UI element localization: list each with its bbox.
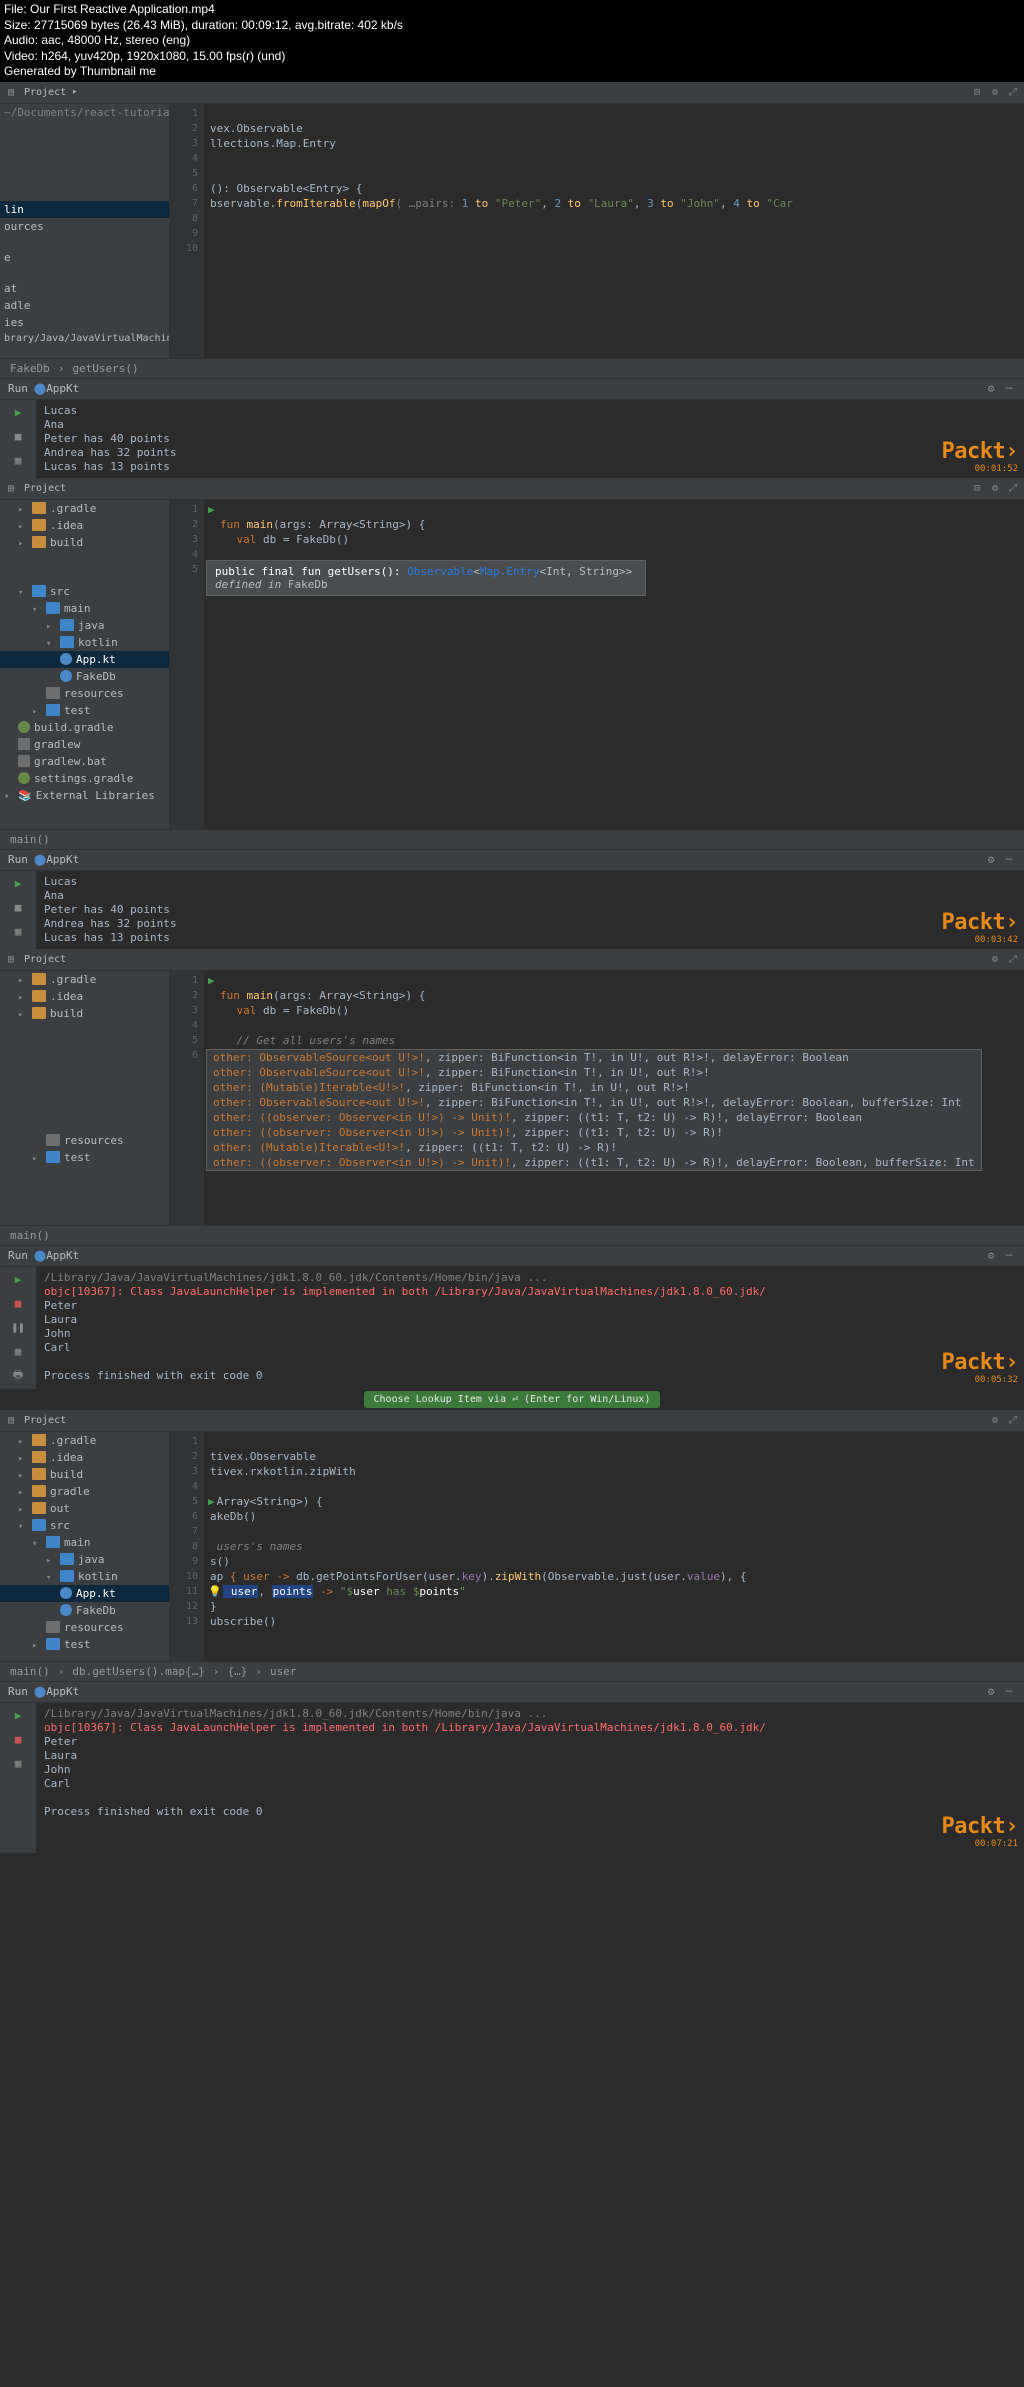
code-editor[interactable]: 12345678910 vex.Observable llections.Map…	[170, 104, 1024, 358]
pause-button[interactable]: ❚❚	[9, 1319, 27, 1337]
packt-watermark: Packt› 00:07:21	[942, 1814, 1018, 1849]
collapse-icon[interactable]: ⊟	[970, 85, 984, 99]
hide-icon[interactable]: ⤢	[1006, 952, 1020, 966]
console-output: /Library/Java/JavaVirtualMachines/jdk1.8…	[36, 1267, 1024, 1389]
code-editor[interactable]: 12345 ▶fun main(args: Array<String>) { v…	[170, 500, 1024, 829]
gear-icon[interactable]: ⚙	[984, 382, 998, 396]
layout-button[interactable]: ▦	[9, 923, 27, 941]
run-toolbar: Run ⬤ AppKt ⚙ ─	[0, 378, 1024, 400]
project-tree[interactable]: .gradle .idea build gradle out src main …	[0, 1432, 170, 1661]
line-gutter: 12345678910	[170, 104, 204, 358]
layout-button[interactable]: ▦	[9, 452, 27, 470]
project-toolbar: ▤ Project ▸ ⊟ ⚙ ⤢	[0, 82, 1024, 104]
project-toolbar: ▤ Project ⊟ ⚙ ⤢	[0, 478, 1024, 500]
layout-button[interactable]: ▦	[9, 1755, 27, 1773]
breadcrumb: main()	[0, 1225, 1024, 1245]
stop-button[interactable]: ■	[9, 899, 27, 917]
project-tree[interactable]: .gradle .idea build resources test	[0, 971, 170, 1225]
packt-watermark: Packt› 00:05:32	[942, 1350, 1018, 1385]
bulb-icon[interactable]: 💡	[208, 1584, 222, 1599]
gear-icon[interactable]: ⚙	[988, 481, 1002, 495]
gear-icon[interactable]: ⚙	[988, 85, 1002, 99]
project-icon: ▤	[4, 952, 18, 966]
minimize-icon[interactable]: ─	[1002, 1249, 1016, 1263]
line-gutter: 123456	[170, 971, 204, 1225]
project-tree[interactable]: .gradle .idea build src main java kotlin…	[0, 500, 170, 829]
hide-icon[interactable]: ⤢	[1006, 1413, 1020, 1427]
project-toolbar: ▤ Project ⚙⤢	[0, 949, 1024, 971]
project-icon: ▤	[4, 85, 18, 99]
packt-watermark: Packt› 00:01:52	[942, 439, 1018, 474]
stop-button[interactable]: ■	[9, 428, 27, 446]
run-gutter-icon[interactable]: ▶	[208, 502, 215, 517]
gear-icon[interactable]: ⚙	[984, 1685, 998, 1699]
project-icon: ▤	[4, 1413, 18, 1427]
breadcrumb: main()	[0, 829, 1024, 849]
chevron-icon[interactable]: ▸	[72, 87, 77, 97]
collapse-icon[interactable]: ⊟	[970, 481, 984, 495]
frame-4: Run ⬤ AppKt ⚙─ ▶ ■ ❚❚ ▦ 🖶 /Library/Java/…	[0, 1245, 1024, 1681]
frame-3: Run ⬤ AppKt ⚙─ ▶ ■ ▦ Lucas Ana Peter has…	[0, 849, 1024, 1245]
minimize-icon[interactable]: ─	[1002, 853, 1016, 867]
breadcrumb: FakeDb› getUsers()	[0, 358, 1024, 378]
project-tree[interactable]: ~/Documents/react-tutoria lin ources e a…	[0, 104, 170, 358]
stop-button[interactable]: ■	[9, 1295, 27, 1313]
code-editor[interactable]: 12345678910111213 tivex.Observable tivex…	[170, 1432, 1024, 1661]
run-gutter-icon[interactable]: ▶	[208, 973, 215, 988]
frame-1: ▤ Project ▸ ⊟ ⚙ ⤢ ~/Documents/react-tuto…	[0, 82, 1024, 378]
run-gutter-icon[interactable]: ▶	[208, 1494, 215, 1509]
line-gutter: 12345678910111213	[170, 1432, 204, 1661]
minimize-icon[interactable]: ─	[1002, 382, 1016, 396]
gear-icon[interactable]: ⚙	[988, 1413, 1002, 1427]
console-output: /Library/Java/JavaVirtualMachines/jdk1.8…	[36, 1703, 1024, 1853]
run-gutter-buttons: ▶ ■ ▦	[0, 400, 36, 478]
app-path[interactable]: ~/Documents/react-tutoria	[4, 106, 170, 119]
run-button[interactable]: ▶	[9, 1707, 27, 1725]
stop-button[interactable]: ■	[9, 1731, 27, 1749]
hide-icon[interactable]: ⤢	[1006, 85, 1020, 99]
project-icon: ▤	[4, 481, 18, 495]
doc-tooltip: public final fun getUsers(): Observable<…	[206, 560, 646, 596]
console-output: Lucas Ana Peter has 40 points Andrea has…	[36, 400, 1024, 478]
code-completion-popup[interactable]: other: ObservableSource<out U!>!, zipper…	[206, 1049, 982, 1171]
packt-watermark: Packt› 00:03:42	[942, 910, 1018, 945]
frame-5: Run ⬤ AppKt ⚙─ ▶ ■ ▦ /Library/Java/JavaV…	[0, 1681, 1024, 1853]
code-editor[interactable]: 123456 ▶fun main(args: Array<String>) { …	[170, 971, 1024, 1225]
run-button[interactable]: ▶	[9, 404, 27, 422]
run-button[interactable]: ▶	[9, 875, 27, 893]
run-button[interactable]: ▶	[9, 1271, 27, 1289]
run-toolbar: Run ⬤ AppKt ⚙─	[0, 849, 1024, 871]
breadcrumb: main()› db.getUsers().map{…}› {…}› user	[0, 1661, 1024, 1681]
minimize-icon[interactable]: ─	[1002, 1685, 1016, 1699]
frame-2: Run ⬤ AppKt ⚙ ─ ▶ ■ ▦ Lucas Ana Peter ha…	[0, 378, 1024, 849]
gear-icon[interactable]: ⚙	[984, 853, 998, 867]
console-output: Lucas Ana Peter has 40 points Andrea has…	[36, 871, 1024, 949]
video-file-info: File: Our First Reactive Application.mp4…	[0, 0, 1024, 82]
hint-banner: Choose Lookup Item via ⏎ (Enter for Win/…	[364, 1391, 661, 1408]
print-button[interactable]: 🖶	[9, 1367, 27, 1385]
line-gutter: 12345	[170, 500, 204, 829]
gear-icon[interactable]: ⚙	[984, 1249, 998, 1263]
gear-icon[interactable]: ⚙	[988, 952, 1002, 966]
project-title[interactable]: Project	[24, 87, 66, 98]
layout-button[interactable]: ▦	[9, 1343, 27, 1361]
hide-icon[interactable]: ⤢	[1006, 481, 1020, 495]
